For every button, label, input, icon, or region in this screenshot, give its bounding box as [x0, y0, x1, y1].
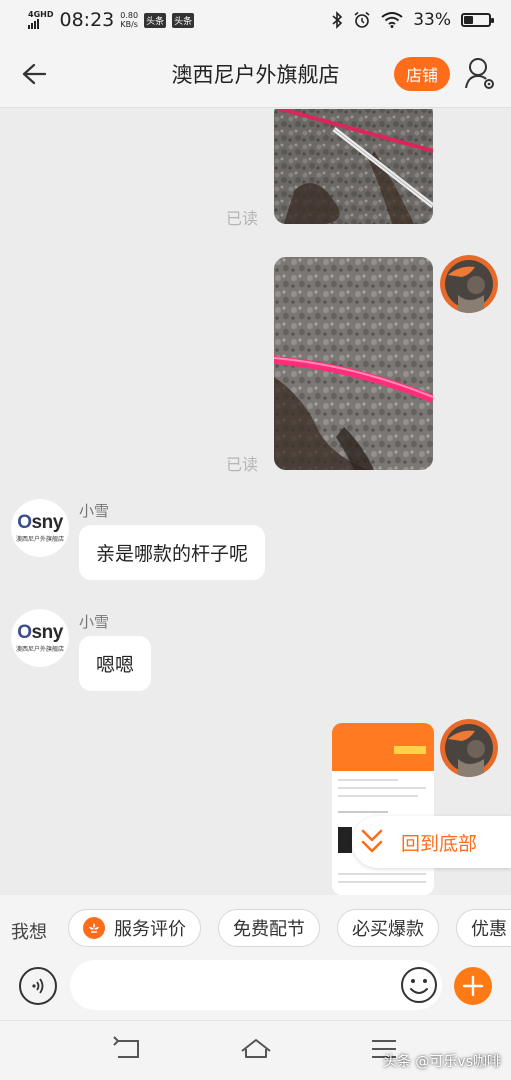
network-hd-label: HD	[40, 10, 54, 19]
image-message[interactable]	[274, 109, 433, 224]
order-line	[338, 811, 388, 813]
battery-icon	[461, 13, 494, 27]
order-screenshot-header	[332, 723, 434, 771]
user-settings-icon	[465, 58, 494, 89]
image-message[interactable]	[274, 257, 433, 470]
quick-reply-label: 我想	[11, 922, 47, 943]
voice-icon	[32, 978, 44, 994]
chat-header: 澳西尼户外旗舰店 店铺	[0, 40, 511, 108]
watermark: 头条 @可乐vs咖啡	[382, 1054, 501, 1070]
app-badge: 头条	[144, 12, 167, 28]
bluetooth-icon	[332, 11, 343, 29]
message-bubble[interactable]: 嗯嗯	[79, 636, 152, 691]
battery-percent: 33%	[413, 10, 451, 30]
emoji-icon	[401, 967, 437, 1003]
chip-label: 必买爆款	[352, 919, 424, 940]
plus-button[interactable]	[454, 967, 492, 1005]
alarm-icon	[354, 11, 370, 28]
back-to-bottom-button[interactable]: 回到底部	[352, 816, 511, 868]
clock: 08:23	[59, 9, 115, 31]
order-line	[338, 873, 426, 875]
customer-avatar-image	[440, 255, 498, 313]
status-left: 4GHD 08:23 0.80 KB/s 头条 头条	[28, 9, 195, 31]
flower-icon	[83, 917, 105, 939]
chip-label: 免费配节	[233, 919, 305, 940]
user-settings-button[interactable]	[464, 56, 496, 92]
order-line	[338, 795, 418, 797]
order-line	[338, 787, 426, 789]
chip-label: 服务评价	[114, 919, 186, 940]
nav-back-icon	[113, 1036, 139, 1058]
net-speed-unit: KB/s	[120, 20, 138, 29]
chip-label: 优惠	[471, 919, 507, 940]
chip-discount[interactable]: 优惠	[456, 909, 511, 947]
photo-fishing-rod	[274, 109, 433, 224]
order-line	[338, 881, 426, 883]
network-indicator: 4GHD	[28, 11, 53, 29]
store-logo-rest: sny	[31, 622, 64, 643]
status-bar: 4GHD 08:23 0.80 KB/s 头条 头条 33%	[0, 0, 511, 40]
system-nav-bar: 头条 @可乐vs咖啡	[0, 1021, 511, 1080]
order-highlight	[394, 746, 426, 754]
read-status: 已读	[226, 455, 259, 474]
store-logo-o: O	[17, 622, 32, 643]
voice-button[interactable]	[19, 967, 57, 1005]
image-message[interactable]	[332, 723, 434, 895]
app-badge: 头条	[172, 12, 195, 28]
shop-button[interactable]: 店铺	[394, 57, 450, 91]
chip-free-section[interactable]: 免费配节	[218, 909, 320, 947]
double-chevron-down-icon	[361, 829, 383, 853]
message-list[interactable]: 已读 已读 Osny 澳西尼户外旗舰店 小雪 亲是哪款的杆子呢 Osny 澳西尼…	[0, 109, 511, 895]
signal-icon	[28, 19, 53, 29]
net-speed: 0.80 KB/s	[120, 11, 138, 29]
photo-fishing-rod	[274, 257, 433, 470]
customer-avatar-image	[440, 719, 498, 777]
status-right: 33%	[331, 10, 494, 30]
wifi-icon	[381, 12, 403, 28]
order-product-thumb	[338, 827, 352, 853]
store-logo-rest: sny	[31, 512, 64, 533]
input-bar	[0, 953, 511, 1021]
back-arrow-icon	[22, 63, 46, 85]
nav-home-button[interactable]	[240, 1035, 272, 1063]
plus-icon	[462, 975, 484, 997]
nav-home-icon	[241, 1039, 271, 1058]
customer-avatar[interactable]	[440, 719, 498, 777]
chip-service-review[interactable]: 服务评价	[68, 909, 201, 947]
sender-name: 小雪	[79, 613, 110, 631]
store-logo-subtitle: 澳西尼户外旗舰店	[15, 536, 64, 543]
store-logo-o: O	[17, 512, 32, 533]
store-avatar[interactable]: Osny 澳西尼户外旗舰店	[11, 499, 69, 557]
sender-name: 小雪	[79, 502, 110, 520]
emoji-button[interactable]	[400, 966, 438, 1004]
order-line	[338, 779, 398, 781]
net-speed-value: 0.80	[120, 11, 139, 20]
nav-back-button[interactable]	[112, 1035, 144, 1063]
message-input[interactable]	[70, 960, 442, 1010]
chip-must-buy[interactable]: 必买爆款	[337, 909, 439, 947]
store-avatar[interactable]: Osny 澳西尼户外旗舰店	[11, 609, 69, 667]
back-button[interactable]	[18, 58, 50, 90]
store-logo: Osny	[17, 513, 63, 532]
read-status: 已读	[226, 209, 259, 228]
store-logo-subtitle: 澳西尼户外旗舰店	[15, 646, 64, 653]
message-bubble[interactable]: 亲是哪款的杆子呢	[79, 525, 266, 580]
network-label: 4G	[28, 10, 41, 19]
customer-avatar[interactable]	[440, 255, 498, 313]
store-logo: Osny	[17, 623, 63, 642]
back-to-bottom-label: 回到底部	[401, 832, 478, 855]
